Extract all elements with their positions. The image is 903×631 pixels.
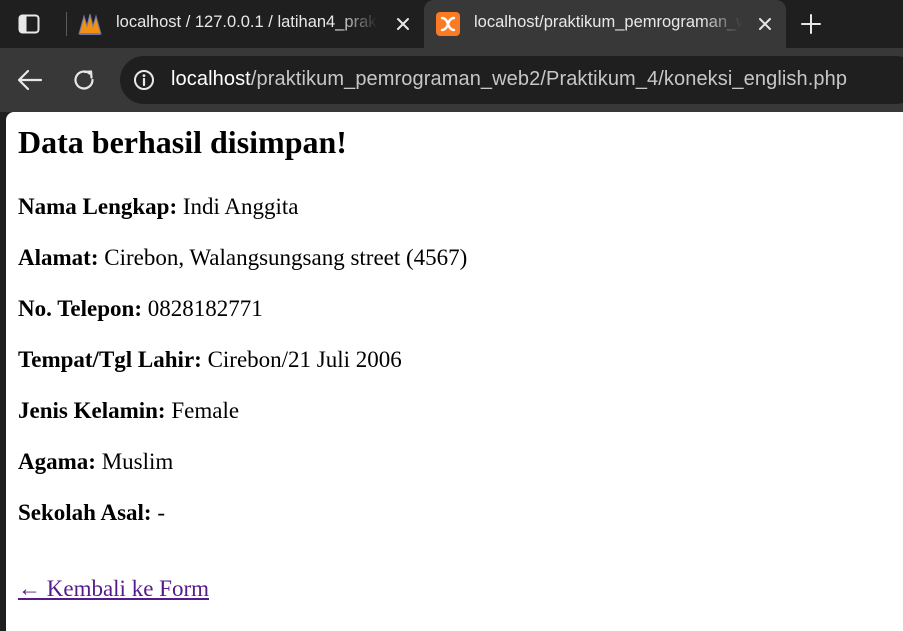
- field-label: Jenis Kelamin:: [18, 398, 166, 423]
- site-info-icon[interactable]: [132, 68, 156, 92]
- reload-icon[interactable]: [68, 64, 100, 96]
- field-value: Female: [171, 398, 240, 423]
- field-nama-lengkap: Nama Lengkap: Indi Anggita: [18, 194, 299, 220]
- field-label: Sekolah Asal:: [18, 500, 152, 525]
- tab-strip: localhost / 127.0.0.1 / latihan4_praktik…: [0, 0, 903, 50]
- field-jenis-kelamin: Jenis Kelamin: Female: [18, 398, 239, 424]
- field-sekolah-asal: Sekolah Asal: -: [18, 500, 165, 526]
- tab-phpmyadmin[interactable]: localhost / 127.0.0.1 / latihan4_praktik…: [68, 0, 424, 48]
- page-viewport: Data berhasil disimpan! Nama Lengkap: In…: [6, 112, 903, 631]
- back-to-form-link[interactable]: ← Kembali ke Form: [18, 576, 209, 602]
- close-icon[interactable]: [392, 13, 414, 35]
- url-text: localhost/praktikum_pemrograman_web2/Pra…: [171, 68, 847, 91]
- phpmyadmin-icon: [77, 12, 102, 36]
- xampp-icon: [436, 12, 460, 36]
- field-label: No. Telepon:: [18, 296, 142, 321]
- field-value: Indi Anggita: [182, 194, 299, 219]
- field-label: Nama Lengkap:: [18, 194, 178, 219]
- field-value: Muslim: [101, 449, 174, 474]
- field-label: Alamat:: [18, 245, 99, 270]
- page-title: Data berhasil disimpan!: [18, 124, 347, 160]
- tab-koneksi-english[interactable]: localhost/praktikum_pemrograman_web2/Pra…: [424, 0, 786, 50]
- tab-separator: [66, 12, 67, 36]
- url-host: localhost: [171, 68, 251, 90]
- field-label: Tempat/Tgl Lahir:: [18, 347, 202, 372]
- url-path: /praktikum_pemrograman_web2/Praktikum_4/…: [250, 68, 848, 90]
- field-value: -: [157, 500, 165, 525]
- field-value: 0828182771: [147, 296, 263, 321]
- tab-title: localhost/praktikum_pemrograman_web2/Pra…: [474, 13, 742, 31]
- browser-toolbar: localhost/praktikum_pemrograman_web2/Pra…: [0, 48, 903, 112]
- field-no-telepon: No. Telepon: 0828182771: [18, 296, 263, 322]
- field-alamat: Alamat: Cirebon, Walangsungsang street (…: [18, 245, 467, 271]
- field-value: Cirebon, Walangsungsang street (4567): [104, 245, 468, 270]
- new-tab-plus-icon[interactable]: [796, 9, 826, 39]
- close-icon[interactable]: [754, 13, 776, 35]
- field-tempat-tgl-lahir: Tempat/Tgl Lahir: Cirebon/21 Juli 2006: [18, 347, 402, 373]
- field-value: Cirebon/21 Juli 2006: [207, 347, 402, 372]
- field-agama: Agama: Muslim: [18, 449, 173, 475]
- address-bar[interactable]: localhost/praktikum_pemrograman_web2/Pra…: [120, 56, 903, 104]
- tab-sidebar-toggle-icon[interactable]: [10, 8, 48, 40]
- back-arrow-icon[interactable]: [14, 64, 46, 96]
- tab-title: localhost / 127.0.0.1 / latihan4_praktik…: [116, 13, 378, 31]
- field-label: Agama:: [18, 449, 96, 474]
